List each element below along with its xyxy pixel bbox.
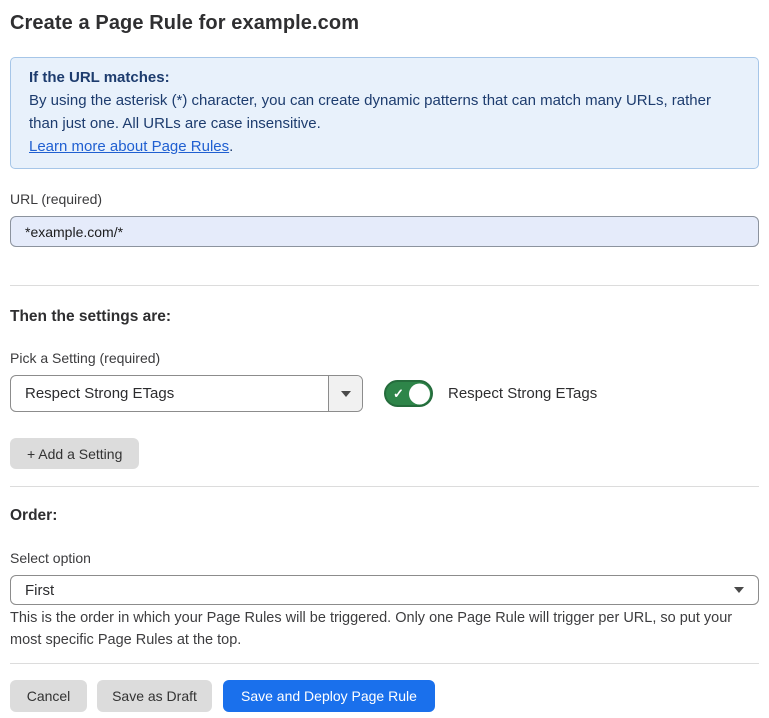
order-select[interactable]: First xyxy=(10,575,759,605)
dropdown-arrow-icon xyxy=(734,587,744,593)
url-match-info-box: If the URL matches: By using the asteris… xyxy=(10,57,759,169)
info-box-body: By using the asterisk (*) character, you… xyxy=(29,89,740,135)
order-section-heading: Order: xyxy=(10,506,759,525)
order-select-label: Select option xyxy=(10,548,759,568)
setting-toggle-label: Respect Strong ETags xyxy=(448,385,597,402)
page-title: Create a Page Rule for example.com xyxy=(10,10,759,36)
divider xyxy=(10,285,759,286)
pick-setting-label: Pick a Setting (required) xyxy=(10,348,759,368)
divider xyxy=(10,663,759,664)
setting-select[interactable]: Respect Strong ETags xyxy=(10,375,363,412)
divider xyxy=(10,486,759,487)
dropdown-arrow-icon xyxy=(341,391,351,397)
checkmark-icon: ✓ xyxy=(393,387,404,400)
info-box-heading: If the URL matches: xyxy=(29,66,740,89)
page-rule-form: Create a Page Rule for example.com If th… xyxy=(0,0,769,712)
add-setting-button[interactable]: + Add a Setting xyxy=(10,438,139,469)
order-help-text: This is the order in which your Page Rul… xyxy=(10,607,759,651)
url-input[interactable] xyxy=(10,216,759,247)
setting-row: Respect Strong ETags ✓ Respect Strong ET… xyxy=(10,375,759,412)
save-and-deploy-button[interactable]: Save and Deploy Page Rule xyxy=(223,680,435,712)
form-actions: Cancel Save as Draft Save and Deploy Pag… xyxy=(10,680,759,712)
settings-section-heading: Then the settings are: xyxy=(10,307,759,326)
setting-select-value: Respect Strong ETags xyxy=(11,376,328,411)
save-as-draft-button[interactable]: Save as Draft xyxy=(97,680,212,712)
toggle-knob xyxy=(409,383,430,404)
setting-toggle-on[interactable]: ✓ xyxy=(384,380,433,407)
learn-more-link[interactable]: Learn more about Page Rules xyxy=(29,138,229,155)
url-field-label: URL (required) xyxy=(10,189,759,209)
order-select-value: First xyxy=(25,582,734,599)
info-box-link-line: Learn more about Page Rules. xyxy=(29,135,740,158)
setting-select-arrow-button[interactable] xyxy=(328,376,362,411)
link-suffix: . xyxy=(229,138,233,155)
cancel-button[interactable]: Cancel xyxy=(10,680,87,712)
